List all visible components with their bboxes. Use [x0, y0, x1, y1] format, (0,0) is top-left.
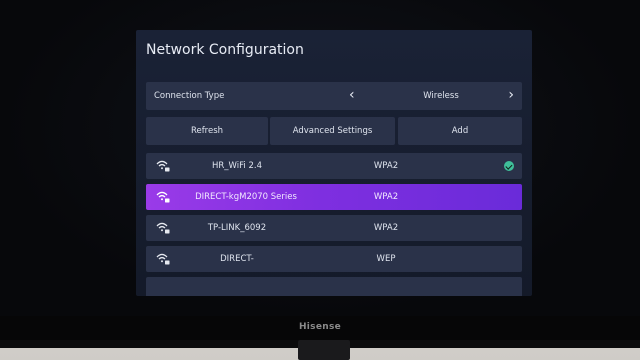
network-ssid: DIRECT-kgM2070 Series	[195, 192, 297, 202]
tv-brand-logo: Hisense	[298, 322, 342, 332]
room-scene: Network Configuration Connection Type ‹ …	[0, 0, 640, 360]
connection-type-label: Connection Type	[154, 91, 225, 101]
refresh-button[interactable]: Refresh	[146, 117, 268, 145]
wifi-lock-icon	[156, 191, 170, 203]
wifi-lock-icon	[156, 253, 170, 265]
add-button[interactable]: Add	[398, 117, 522, 145]
network-security: WPA2	[373, 223, 399, 233]
chevron-right-icon[interactable]: ›	[508, 87, 514, 103]
advanced-settings-button[interactable]: Advanced Settings	[270, 117, 395, 145]
network-ssid: HR_WiFi 2.4	[212, 161, 262, 171]
network-ssid: TP-LINK_6092	[207, 223, 267, 233]
network-item-direct-kgm2070[interactable]: DIRECT-kgM2070 Series WPA2	[146, 184, 522, 210]
network-item-tp-link[interactable]: TP-LINK_6092 WPA2	[146, 215, 522, 241]
wifi-lock-icon	[156, 160, 170, 172]
connection-type-selector[interactable]: Connection Type ‹ Wireless ›	[146, 82, 522, 110]
wifi-lock-icon	[156, 222, 170, 234]
network-ssid: DIRECT-	[220, 254, 254, 264]
network-security: WEP	[376, 254, 396, 264]
network-item-direct[interactable]: DIRECT- WEP	[146, 246, 522, 272]
page-title: Network Configuration	[146, 42, 304, 58]
tv-stand	[298, 340, 350, 360]
tv-frame: Network Configuration Connection Type ‹ …	[0, 0, 640, 348]
network-security: WPA2	[373, 161, 399, 171]
network-security: WPA2	[373, 192, 399, 202]
network-configuration-panel: Network Configuration Connection Type ‹ …	[136, 30, 532, 296]
tv-screen: Network Configuration Connection Type ‹ …	[0, 0, 640, 316]
network-item-partial[interactable]	[146, 277, 522, 296]
network-item-hr-wifi[interactable]: HR_WiFi 2.4 WPA2	[146, 153, 522, 179]
chevron-left-icon[interactable]: ‹	[349, 87, 355, 103]
connection-type-value: Wireless	[423, 91, 459, 101]
connected-check-icon	[504, 161, 514, 171]
